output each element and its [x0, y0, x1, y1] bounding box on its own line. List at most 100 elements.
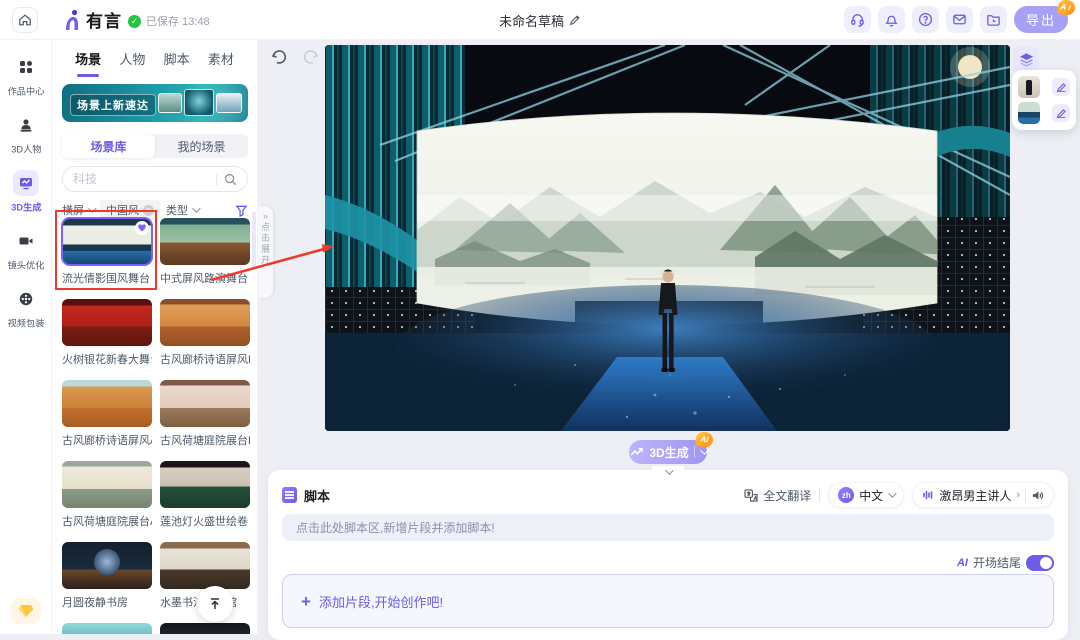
search-icon[interactable]	[224, 173, 237, 186]
tab-scene-library[interactable]: 场景库	[62, 134, 155, 158]
nav-works-center[interactable]: 作品中心	[0, 54, 52, 98]
scene-thumbnail[interactable]	[160, 623, 250, 634]
scene-thumbnail[interactable]	[160, 299, 250, 346]
remove-tag-icon[interactable]: ✕	[143, 205, 154, 216]
scene-card[interactable]: 古风廊桥诗语屏风B	[160, 299, 250, 367]
question-icon	[918, 12, 933, 27]
ai-ending-label: 开场结尾	[973, 554, 1021, 571]
language-selector[interactable]: zh 中文	[828, 482, 904, 508]
voice-label: 激昂男主讲人	[939, 487, 1011, 504]
tab-my-scenes[interactable]: 我的场景	[155, 134, 248, 158]
generate-ai-badge: AI	[695, 431, 714, 448]
tab-scene[interactable]: 场景	[75, 48, 101, 74]
scene-card[interactable]: 古风廊桥诗语屏风A	[62, 380, 152, 448]
app-root: 有言 ✓ 已保存 13:48 未命名草稿	[0, 0, 1080, 634]
export-label: 导出	[1026, 13, 1056, 28]
nav-label: 3D人物	[11, 142, 41, 156]
add-segment-button[interactable]: + 添加片段,开始创作吧!	[282, 574, 1054, 628]
nav-3d-character[interactable]: 3D人物	[0, 112, 52, 156]
type-filter[interactable]: 类型	[166, 202, 198, 218]
expand-hint-text: 点击展开	[259, 222, 272, 266]
scene-card[interactable]: 月圆夜静书房	[62, 542, 152, 610]
translate-button[interactable]: 全文翻译	[744, 487, 811, 504]
scene-card[interactable]: 古风荷塘庭院展台B	[160, 380, 250, 448]
app-logo[interactable]: 有言	[62, 7, 122, 32]
scene-name: 莲池灯火盛世绘卷	[160, 513, 250, 529]
voice-selector[interactable]: 激昂男主讲人 ›	[912, 482, 1054, 508]
new-scenes-banner[interactable]: 场景上新速达	[62, 84, 248, 122]
history-controls	[270, 48, 320, 66]
grid-icon	[13, 54, 39, 80]
scene-thumbnail[interactable]	[62, 299, 152, 346]
scene-thumbnail[interactable]	[160, 380, 250, 427]
edit-avatar-button[interactable]	[1052, 78, 1070, 96]
plus-icon: +	[301, 593, 311, 610]
redo-icon[interactable]	[302, 48, 320, 66]
style-tag[interactable]: 中国风✕	[100, 200, 160, 220]
undo-icon[interactable]	[270, 48, 288, 66]
scene-card[interactable]: 火树银花新春大舞台	[62, 299, 152, 367]
tab-character[interactable]: 人物	[119, 48, 145, 74]
scene-thumbnail[interactable]	[160, 542, 250, 589]
person-cam-icon	[13, 112, 39, 138]
chevron-right-icon: ›	[1016, 489, 1020, 501]
drafts-button[interactable]	[980, 6, 1007, 33]
scene-preview-canvas[interactable]	[325, 45, 1010, 431]
chevron-down-icon[interactable]	[700, 446, 708, 454]
translate-label: 全文翻译	[763, 487, 811, 504]
scene-name: 流光倩影国风舞台	[62, 270, 152, 286]
document-title[interactable]: 未命名草稿	[499, 0, 581, 40]
rename-icon[interactable]	[569, 14, 581, 26]
script-hint-area[interactable]: 点击此处脚本区,新增片段并添加脚本!	[282, 514, 1054, 541]
nav-video-package[interactable]: 视频包装	[0, 286, 52, 330]
scene-name: 中式屏风路演舞台	[160, 270, 250, 286]
language-badge: zh	[838, 487, 854, 503]
scene-thumbnail[interactable]	[62, 461, 152, 508]
orientation-filter[interactable]: 横屏	[62, 202, 94, 218]
heart-icon[interactable]	[135, 221, 149, 235]
nav-camera-optimize[interactable]: 镜头优化	[0, 228, 52, 272]
avatar-layer-thumbnail[interactable]	[1018, 76, 1040, 98]
scene-card[interactable]: 中式屏风路演舞台	[160, 218, 250, 286]
tab-script[interactable]: 脚本	[164, 48, 190, 74]
scene-card[interactable]	[62, 623, 152, 634]
scene-card[interactable]	[160, 623, 250, 634]
nav-label: 视频包装	[8, 316, 45, 330]
scene-card[interactable]: 古风荷塘庭院展台A	[62, 461, 152, 529]
scene-thumbnail[interactable]	[62, 542, 152, 589]
messages-button[interactable]	[946, 6, 973, 33]
scene-thumbnail[interactable]	[160, 218, 250, 265]
membership-gem-button[interactable]	[11, 598, 41, 624]
scene-thumbnail[interactable]	[62, 380, 152, 427]
filter-funnel-icon[interactable]	[235, 204, 248, 217]
scene-thumbnail[interactable]	[62, 218, 152, 265]
scene-thumbnail[interactable]	[160, 461, 250, 508]
scene-card-selected[interactable]: 流光倩影国风舞台	[62, 218, 152, 286]
support-button[interactable]	[844, 6, 871, 33]
nav-3d-generate[interactable]: 3D生成	[0, 170, 52, 214]
export-button[interactable]: 导出 AI	[1014, 6, 1068, 33]
banner-thumb	[184, 89, 214, 116]
collapse-script-handle[interactable]	[652, 466, 684, 477]
tab-material[interactable]: 素材	[208, 48, 234, 74]
speaker-icon[interactable]	[1031, 489, 1044, 502]
edit-scene-button[interactable]	[1052, 104, 1070, 122]
banner-thumb	[158, 93, 182, 113]
monitor-wave-icon	[13, 170, 39, 196]
layers-button[interactable]	[1013, 46, 1039, 72]
panel-scrollbar[interactable]	[252, 212, 256, 268]
scene-name: 古风廊桥诗语屏风A	[62, 432, 152, 448]
back-to-top-button[interactable]	[197, 586, 233, 622]
home-button[interactable]	[12, 7, 38, 33]
scene-layer-thumbnail[interactable]	[1018, 102, 1040, 124]
help-button[interactable]	[912, 6, 939, 33]
ai-ending-toggle[interactable]	[1026, 555, 1054, 571]
expand-panel-tab[interactable]: » 点击展开	[258, 206, 273, 298]
layer-row-scene	[1018, 102, 1070, 124]
generate-3d-button[interactable]: 3D生成 AI	[629, 440, 707, 464]
scene-name: 古风荷塘庭院展台A	[62, 513, 152, 529]
scene-thumbnail[interactable]	[62, 623, 152, 634]
notifications-button[interactable]	[878, 6, 905, 33]
search-input[interactable]	[73, 172, 209, 186]
scene-card[interactable]: 莲池灯火盛世绘卷	[160, 461, 250, 529]
